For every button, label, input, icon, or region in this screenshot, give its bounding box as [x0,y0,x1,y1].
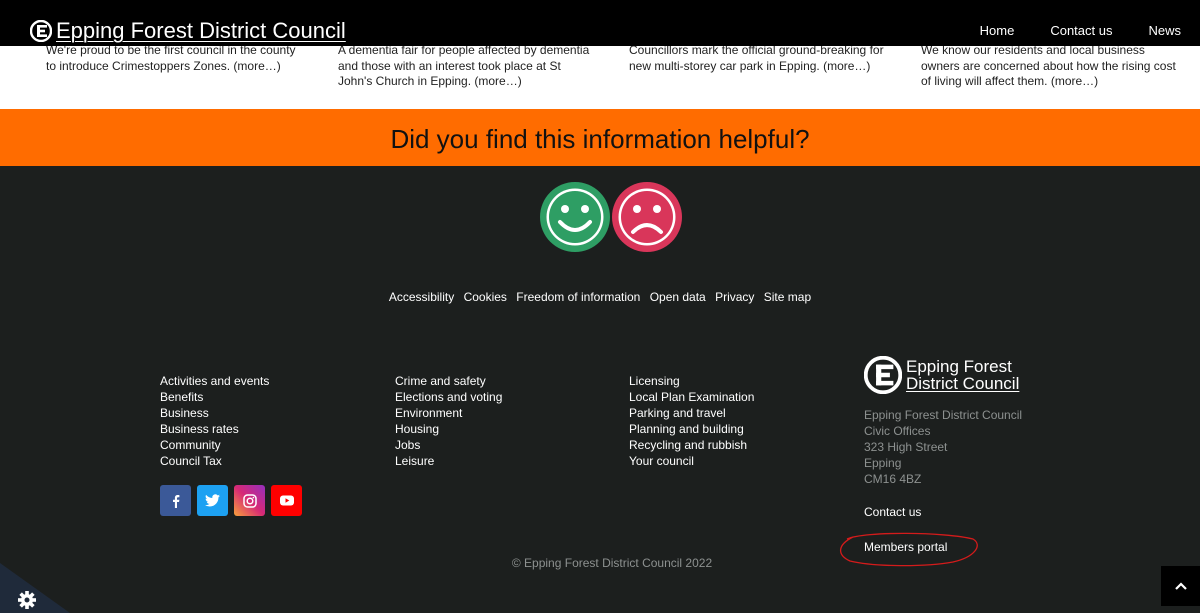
footer-link-foi[interactable]: Freedom of information [516,290,640,304]
footer-column-2: Crime and safety Elections and voting En… [395,373,502,469]
members-portal-link[interactable]: Members portal [864,540,947,554]
news-item[interactable]: A dementia fair for people affected by d… [338,43,589,90]
facebook-icon[interactable] [160,485,191,516]
address-line: Epping [864,456,902,470]
footer-column-link[interactable]: Housing [395,421,502,437]
footer-logo-line: Epping Forest [906,357,1012,376]
instagram-icon[interactable] [234,485,265,516]
footer-column-3: Licensing Local Plan Examination Parking… [629,373,754,469]
instagram-glyph-icon [242,493,257,508]
footer-link-accessibility[interactable]: Accessibility [389,290,454,304]
feedback-banner: Did you find this information helpful? [0,109,1200,166]
news-item[interactable]: We're proud to be the first council in t… [46,43,296,74]
footer-column-link[interactable]: Local Plan Examination [629,389,754,405]
footer-column-link[interactable]: Recycling and rubbish [629,437,754,453]
news-text-line: to introduce Crimestoppers Zones. (more…… [46,58,281,73]
news-text-line: owners are concerned about how the risin… [921,58,1176,73]
news-text-line: John's Church in Epping. (more…) [338,74,522,88]
cookie-settings-button[interactable] [0,563,70,613]
footer-column-link[interactable]: Leisure [395,453,502,469]
feedback-buttons [540,182,682,252]
gear-icon [18,591,36,609]
footer-column-link[interactable]: Planning and building [629,421,754,437]
facebook-glyph-icon [172,494,179,508]
footer-link-cookies[interactable]: Cookies [464,290,507,304]
site-logo[interactable]: Epping Forest District Council [30,18,346,44]
footer-link-open-data[interactable]: Open data [650,290,706,304]
twitter-icon[interactable] [197,485,228,516]
back-to-top-button[interactable] [1161,566,1200,606]
footer-column-link[interactable]: Jobs [395,437,502,453]
news-text-line: new multi-storey car park in Epping. (mo… [629,58,871,73]
happy-face-icon[interactable] [540,182,610,252]
council-logo-icon [30,20,52,42]
footer-column-link[interactable]: Crime and safety [395,373,502,389]
footer-column-link[interactable]: Business rates [160,421,269,437]
footer-link-privacy[interactable]: Privacy [715,290,754,304]
address-line: Epping Forest District Council [864,408,1023,422]
twitter-glyph-icon [205,494,220,507]
footer-column-link[interactable]: Licensing [629,373,754,389]
youtube-glyph-icon [279,495,294,506]
address-line: 323 High Street [864,440,948,454]
news-item[interactable]: We know our residents and local business… [921,43,1176,90]
footer-column-link[interactable]: Community [160,437,269,453]
news-text-line: of living will affect them. (more…) [921,74,1099,88]
nav-contact-us[interactable]: Contact us [1023,23,1121,38]
site-header: Epping Forest District Council Home Cont… [0,0,1200,46]
footer-column-link[interactable]: Elections and voting [395,389,502,405]
footer-column-link[interactable]: Benefits [160,389,269,405]
nav-news[interactable]: News [1121,23,1190,38]
footer-column-link[interactable]: Activities and events [160,373,269,389]
footer-column-link[interactable]: Environment [395,405,502,421]
address-line: Civic Offices [864,424,931,438]
footer-column-1: Activities and events Benefits Business … [160,373,269,469]
footer-column-link[interactable]: Business [160,405,269,421]
site-name[interactable]: Epping Forest District Council [56,18,346,44]
footer-logo-line: District Council [906,374,1020,393]
council-logo-icon [864,356,902,394]
feedback-question: Did you find this information helpful? [390,124,810,154]
youtube-icon[interactable] [271,485,302,516]
footer-column-link[interactable]: Your council [629,453,754,469]
footer-link-site-map[interactable]: Site map [764,290,811,304]
copyright: © Epping Forest District Council 2022 [511,556,713,570]
nav-home[interactable]: Home [980,23,1024,38]
footer-logo-text: Epping Forest District Council [906,358,1019,392]
top-navigation: Home Contact us News [980,23,1190,38]
sad-face-icon[interactable] [612,182,682,252]
chevron-up-icon [1174,582,1187,590]
social-links [160,485,302,516]
news-text-line: and those with an interest took place at… [338,58,561,73]
news-strip: We're proud to be the first council in t… [0,43,1200,109]
footer-links: Accessibility Cookies Freedom of informa… [0,290,1200,304]
address-line: CM16 4BZ [864,472,922,486]
contact-us-link[interactable]: Contact us [864,505,921,519]
footer-logo[interactable]: Epping Forest District Council [864,356,1019,394]
news-item[interactable]: Councillors mark the official ground-bre… [629,43,884,74]
council-address: Epping Forest District Council Civic Off… [864,407,1022,487]
footer-column-link[interactable]: Parking and travel [629,405,754,421]
footer-column-link[interactable]: Council Tax [160,453,269,469]
